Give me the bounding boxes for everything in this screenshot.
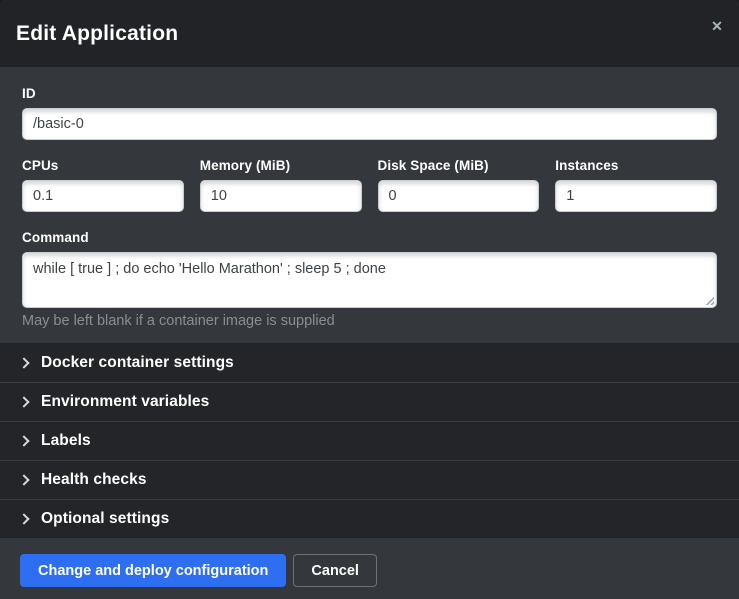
- command-label: Command: [22, 230, 717, 245]
- section-label: Labels: [41, 432, 91, 450]
- disk-input[interactable]: [378, 180, 540, 212]
- section-health-checks[interactable]: Health checks: [0, 460, 739, 499]
- section-optional-settings[interactable]: Optional settings: [0, 499, 739, 538]
- resources-row: CPUs Memory (MiB) Disk Space (MiB) Insta…: [22, 158, 717, 212]
- cpus-input[interactable]: [22, 180, 184, 212]
- modal-footer: Change and deploy configuration Cancel: [0, 538, 739, 599]
- cancel-button[interactable]: Cancel: [293, 554, 377, 587]
- disk-field-group: Disk Space (MiB): [378, 158, 540, 212]
- cpus-label: CPUs: [22, 158, 184, 173]
- section-docker-container-settings[interactable]: Docker container settings: [0, 343, 739, 382]
- section-environment-variables[interactable]: Environment variables: [0, 382, 739, 421]
- accordion-sections: Docker container settings Environment va…: [0, 343, 739, 538]
- id-field-group: ID: [22, 86, 717, 140]
- chevron-right-icon: [18, 513, 29, 524]
- memory-label: Memory (MiB): [200, 158, 362, 173]
- id-input[interactable]: [22, 108, 717, 140]
- memory-field-group: Memory (MiB): [200, 158, 362, 212]
- close-icon[interactable]: ✕: [705, 14, 729, 38]
- chevron-right-icon: [18, 435, 29, 446]
- instances-label: Instances: [555, 158, 717, 173]
- disk-label: Disk Space (MiB): [378, 158, 540, 173]
- command-help-text: May be left blank if a container image i…: [22, 313, 717, 329]
- id-label: ID: [22, 86, 717, 101]
- section-label: Environment variables: [41, 393, 209, 411]
- memory-input[interactable]: [200, 180, 362, 212]
- command-field-group: Command while [ true ] ; do echo 'Hello …: [22, 230, 717, 329]
- section-label: Docker container settings: [41, 354, 234, 372]
- chevron-right-icon: [18, 396, 29, 407]
- edit-application-modal: Edit Application ✕ ID CPUs Memory (MiB) …: [0, 0, 739, 599]
- cpus-field-group: CPUs: [22, 158, 184, 212]
- change-and-deploy-button[interactable]: Change and deploy configuration: [20, 554, 286, 587]
- command-textarea[interactable]: while [ true ] ; do echo 'Hello Marathon…: [22, 252, 717, 308]
- modal-title: Edit Application: [16, 22, 178, 46]
- section-label: Optional settings: [41, 510, 169, 528]
- chevron-right-icon: [18, 357, 29, 368]
- application-form: ID CPUs Memory (MiB) Disk Space (MiB) In…: [0, 67, 739, 343]
- section-labels[interactable]: Labels: [0, 421, 739, 460]
- instances-input[interactable]: [555, 180, 717, 212]
- section-label: Health checks: [41, 471, 147, 489]
- chevron-right-icon: [18, 474, 29, 485]
- instances-field-group: Instances: [555, 158, 717, 212]
- modal-header: Edit Application ✕: [0, 0, 739, 67]
